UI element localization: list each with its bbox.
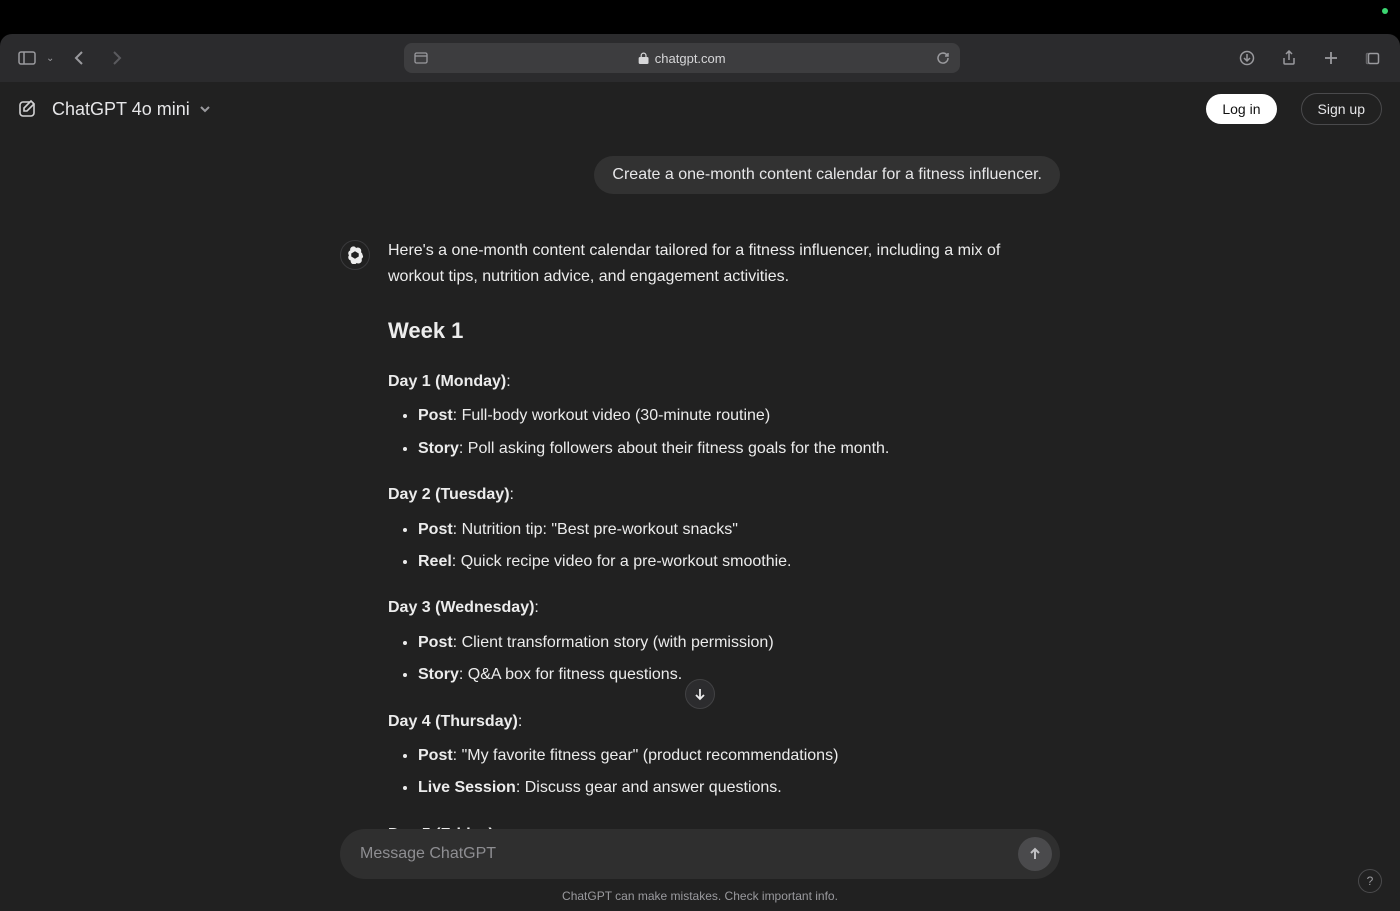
- assistant-intro: Here's a one-month content calendar tail…: [388, 238, 1060, 291]
- downloads-icon[interactable]: [1234, 45, 1260, 71]
- composer: ChatGPT can make mistakes. Check importa…: [0, 829, 1400, 911]
- login-button[interactable]: Log in: [1206, 94, 1276, 124]
- day-item: Post: "My favorite fitness gear" (produc…: [418, 743, 1060, 769]
- lock-icon: [639, 52, 649, 64]
- scroll-to-bottom-button[interactable]: [685, 679, 715, 709]
- message-input-bar[interactable]: [340, 829, 1060, 879]
- chat-area[interactable]: Create a one-month content calendar for …: [0, 136, 1400, 829]
- os-menubar: [0, 0, 1400, 34]
- day-heading: Day 4 (Thursday):: [388, 709, 1060, 735]
- user-message: Create a one-month content calendar for …: [594, 156, 1060, 194]
- send-button[interactable]: [1018, 837, 1052, 871]
- day-heading: Day 1 (Monday):: [388, 369, 1060, 395]
- toolbar-dropdown-icon[interactable]: ⌄: [46, 53, 54, 64]
- model-selector[interactable]: ChatGPT 4o mini: [52, 99, 212, 120]
- day-item: Post: Nutrition tip: "Best pre-workout s…: [418, 517, 1060, 543]
- reload-icon[interactable]: [936, 51, 950, 65]
- day-item-list: Post: "My favorite fitness gear" (produc…: [388, 743, 1060, 802]
- url-bar[interactable]: chatgpt.com: [404, 43, 960, 73]
- week-heading: Week 1: [388, 313, 1060, 349]
- status-dot: [1382, 8, 1388, 14]
- tabs-overview-icon[interactable]: [1360, 45, 1386, 71]
- day-item: Reel: Quick recipe video for a pre-worko…: [418, 549, 1060, 575]
- assistant-message: Here's a one-month content calendar tail…: [340, 238, 1060, 829]
- model-name-text: ChatGPT 4o mini: [52, 99, 190, 120]
- day-item: Story: Q&A box for fitness questions.: [418, 662, 1060, 688]
- browser-toolbar: ⌄ chatgpt.com: [0, 34, 1400, 82]
- back-button[interactable]: [66, 45, 92, 71]
- day-item: Live Session: Discuss gear and answer qu…: [418, 775, 1060, 801]
- day-heading: Day 2 (Tuesday):: [388, 482, 1060, 508]
- message-input[interactable]: [360, 845, 1018, 863]
- disclaimer-text: ChatGPT can make mistakes. Check importa…: [562, 889, 838, 903]
- day-item-list: Post: Full-body workout video (30-minute…: [388, 403, 1060, 462]
- chevron-down-icon: [198, 102, 212, 116]
- share-icon[interactable]: [1276, 45, 1302, 71]
- app-header: ChatGPT 4o mini Log in Sign up: [0, 82, 1400, 136]
- day-item: Post: Client transformation story (with …: [418, 630, 1060, 656]
- day-item-list: Post: Nutrition tip: "Best pre-workout s…: [388, 517, 1060, 576]
- signup-button[interactable]: Sign up: [1301, 93, 1382, 125]
- day-item-list: Post: Client transformation story (with …: [388, 630, 1060, 689]
- help-button[interactable]: ?: [1358, 869, 1382, 893]
- forward-button[interactable]: [104, 45, 130, 71]
- day-item: Post: Full-body workout video (30-minute…: [418, 403, 1060, 429]
- assistant-avatar-icon: [340, 240, 370, 270]
- site-settings-icon[interactable]: [414, 52, 428, 64]
- new-chat-icon[interactable]: [18, 99, 38, 119]
- day-heading: Day 5 (Friday):: [388, 822, 1060, 829]
- day-heading: Day 3 (Wednesday):: [388, 595, 1060, 621]
- new-tab-icon[interactable]: [1318, 45, 1344, 71]
- day-item: Story: Poll asking followers about their…: [418, 436, 1060, 462]
- chatgpt-app: ChatGPT 4o mini Log in Sign up Create a …: [0, 82, 1400, 911]
- sidebar-toggle-icon[interactable]: [14, 45, 40, 71]
- url-text: chatgpt.com: [639, 51, 726, 66]
